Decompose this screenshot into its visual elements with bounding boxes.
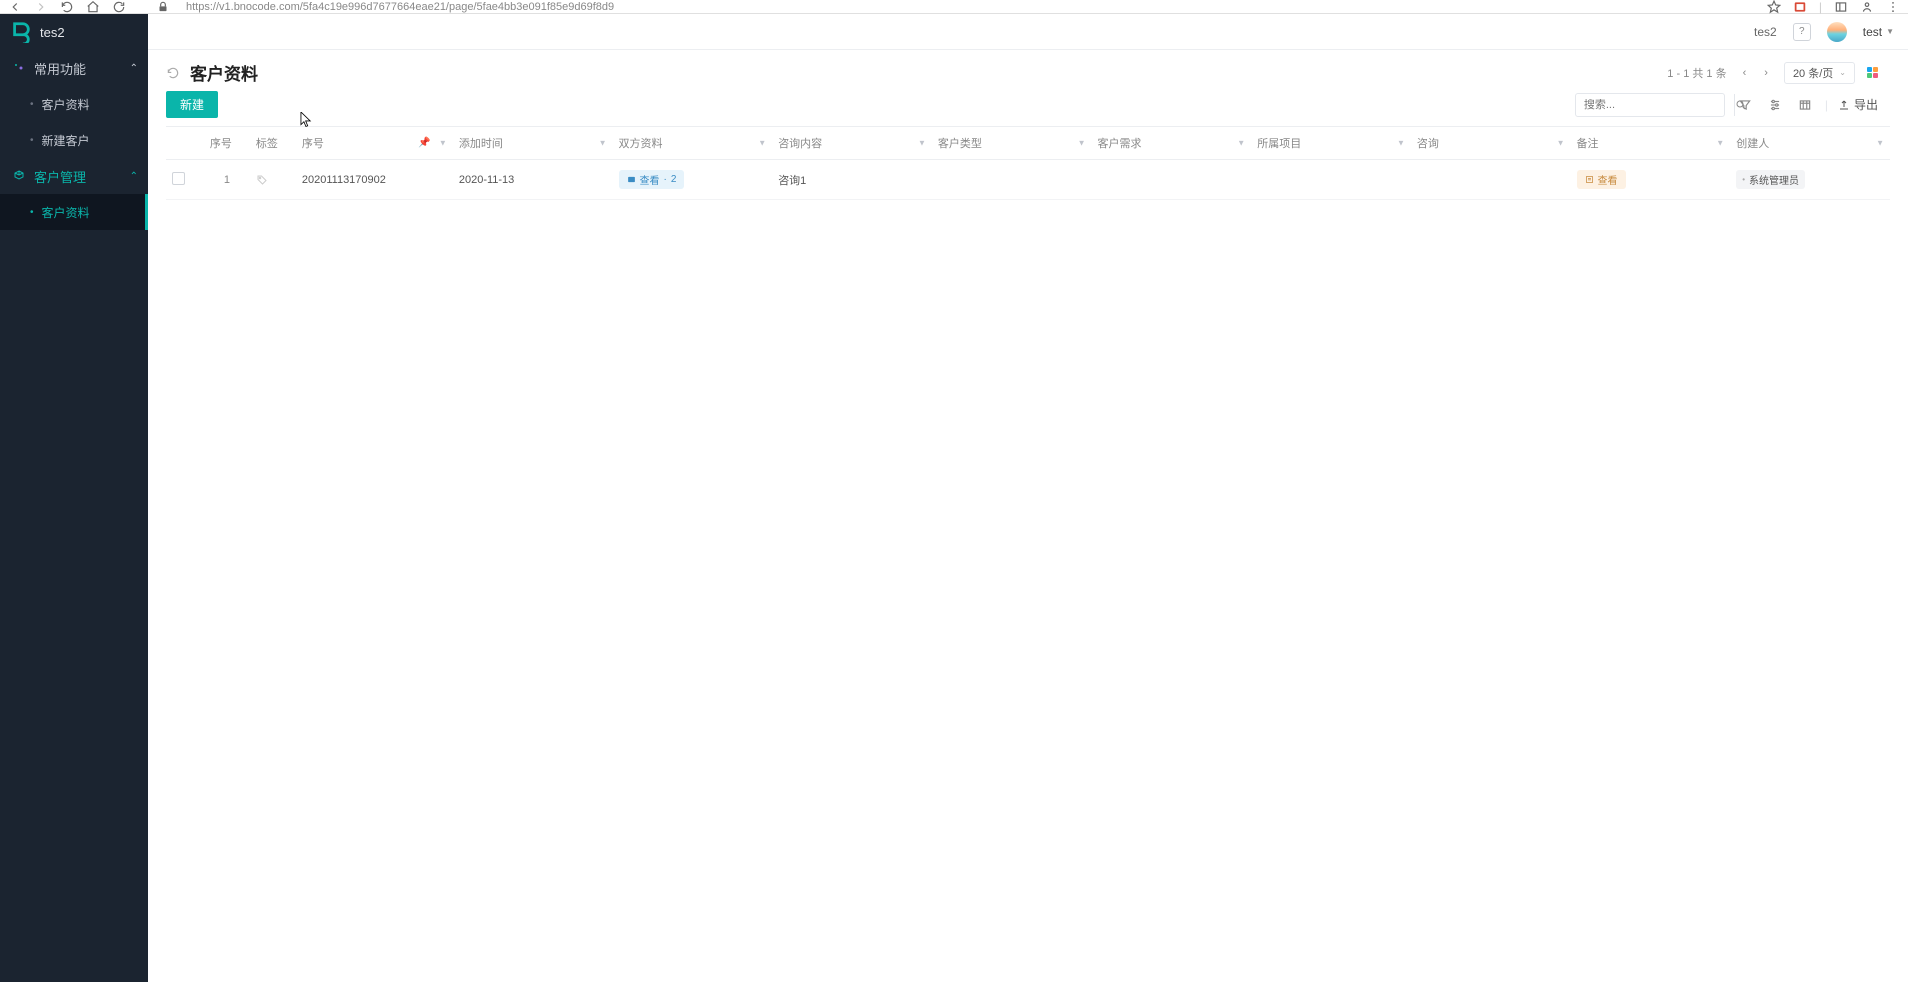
chevron-down-icon: ⌄ [1839, 68, 1846, 77]
caret-down-icon[interactable]: ▼ [1557, 139, 1565, 148]
top-header: tes2 ? test ▼ [148, 14, 1908, 50]
columns-icon[interactable] [1795, 95, 1815, 115]
cell-zx [1411, 160, 1571, 200]
col-dual[interactable]: 双方资料▼ [613, 127, 773, 160]
settings-icon[interactable] [1765, 95, 1785, 115]
sidebar: tes2 常用功能 ⌃ 客户资料 新建客户 客户管理 ⌃ 客户资料 [0, 14, 148, 982]
caret-down-icon: ▼ [1886, 27, 1894, 36]
browser-toolbar: https://v1.bnocode.com/5fa4c19e996d76776… [0, 0, 1908, 14]
sparkle-icon [12, 61, 26, 75]
sidebar-brand[interactable]: tes2 [0, 14, 148, 50]
lock-icon [156, 0, 170, 14]
tag-icon[interactable] [256, 174, 290, 186]
panel-icon[interactable] [1834, 0, 1848, 14]
col-creator[interactable]: 创建人▼ [1730, 127, 1890, 160]
caret-down-icon[interactable]: ▼ [1876, 139, 1884, 148]
cell-creator: 系统管理员 [1730, 160, 1890, 200]
cell-type [932, 160, 1092, 200]
cell-need [1092, 160, 1252, 200]
caret-down-icon[interactable]: ▼ [1237, 139, 1245, 148]
main-area: tes2 ? test ▼ 客户资料 1 - 1 共 1 条 ‹ › 20 条 [148, 14, 1908, 982]
caret-down-icon[interactable]: ▼ [439, 139, 447, 148]
page-size-select[interactable]: 20 条/页 ⌄ [1784, 62, 1855, 84]
refresh-alt-icon[interactable] [112, 0, 126, 14]
nav-group-common[interactable]: 常用功能 ⌃ [0, 50, 148, 86]
table-row[interactable]: 1 20201113170902 2020-11-13 查看 · 2 [166, 160, 1890, 200]
caret-down-icon[interactable]: ▼ [1078, 139, 1086, 148]
caret-down-icon[interactable]: ▼ [599, 139, 607, 148]
col-need[interactable]: 客户需求▼ [1092, 127, 1252, 160]
creator-chip[interactable]: 系统管理员 [1736, 170, 1805, 189]
cube-icon [12, 169, 26, 183]
help-button[interactable]: ? [1793, 23, 1811, 41]
page-prev[interactable]: ‹ [1739, 65, 1751, 81]
col-zx[interactable]: 咨询▼ [1411, 127, 1571, 160]
pin-icon[interactable]: 📌 [418, 138, 430, 149]
col-number[interactable]: 序号📌▼ [296, 127, 453, 160]
export-button[interactable]: 导出 [1838, 96, 1878, 113]
col-index: 序号 [204, 127, 250, 160]
home-icon[interactable] [86, 0, 100, 14]
search-box [1575, 93, 1725, 117]
caret-down-icon[interactable]: ▼ [918, 139, 926, 148]
view-badge-blue[interactable]: 查看 · 2 [619, 170, 685, 189]
search-input[interactable] [1576, 99, 1734, 111]
sidebar-item-customer-data-1[interactable]: 客户资料 [0, 86, 148, 122]
col-date[interactable]: 添加时间▼ [453, 127, 613, 160]
caret-down-icon[interactable]: ▼ [758, 139, 766, 148]
cell-index: 1 [204, 160, 250, 200]
cell-date: 2020-11-13 [453, 160, 613, 200]
back-icon[interactable] [8, 0, 22, 14]
data-table: 序号 标签 序号📌▼ 添加时间▼ 双方资料▼ 咨询内容▼ 客户类型▼ 客户需求▼… [166, 126, 1890, 200]
chevron-up-icon: ⌃ [130, 171, 138, 182]
cell-number: 20201113170902 [296, 160, 453, 200]
reload-icon[interactable] [166, 66, 180, 80]
page-title: 客户资料 [190, 60, 258, 85]
cell-consult: 咨询1 [772, 160, 932, 200]
user-menu[interactable]: test ▼ [1863, 25, 1894, 39]
menu-dots-icon[interactable] [1886, 0, 1900, 14]
app-name: tes2 [40, 25, 65, 40]
col-proj[interactable]: 所属项目▼ [1251, 127, 1411, 160]
filter-icon[interactable] [1735, 95, 1755, 115]
reload-browser-icon[interactable] [60, 0, 74, 14]
star-icon[interactable] [1767, 0, 1781, 14]
col-consult[interactable]: 咨询内容▼ [772, 127, 932, 160]
tenant-label[interactable]: tes2 [1754, 25, 1777, 39]
col-type[interactable]: 客户类型▼ [932, 127, 1092, 160]
avatar[interactable] [1827, 22, 1847, 42]
col-note[interactable]: 备注▼ [1571, 127, 1731, 160]
pagination-text: 1 - 1 共 1 条 [1667, 65, 1726, 81]
sidebar-item-customer-data-2[interactable]: 客户资料 [0, 194, 148, 230]
new-button[interactable]: 新建 [166, 91, 218, 118]
page-next[interactable]: › [1760, 65, 1772, 81]
view-badge-orange[interactable]: 查看 [1577, 170, 1626, 189]
nav-group-label: 常用功能 [34, 59, 86, 78]
profile-browser-icon[interactable] [1860, 0, 1874, 14]
cell-note: 查看 [1571, 160, 1731, 200]
row-checkbox[interactable] [172, 172, 185, 185]
forward-icon[interactable] [34, 0, 48, 14]
col-tag: 标签 [250, 127, 296, 160]
sidebar-item-new-customer[interactable]: 新建客户 [0, 122, 148, 158]
caret-down-icon[interactable]: ▼ [1397, 139, 1405, 148]
cell-proj [1251, 160, 1411, 200]
url-bar[interactable]: https://v1.bnocode.com/5fa4c19e996d76776… [182, 1, 1755, 13]
cell-dual: 查看 · 2 [613, 160, 773, 200]
logo-icon [10, 21, 32, 43]
extension-icon[interactable] [1793, 0, 1807, 14]
chevron-up-icon: ⌃ [130, 63, 138, 74]
col-checkbox [166, 127, 204, 160]
caret-down-icon[interactable]: ▼ [1716, 139, 1724, 148]
nav-group-customer-manage[interactable]: 客户管理 ⌃ [0, 158, 148, 194]
nav-group-label: 客户管理 [34, 167, 86, 186]
view-grid-icon[interactable] [1867, 67, 1878, 78]
